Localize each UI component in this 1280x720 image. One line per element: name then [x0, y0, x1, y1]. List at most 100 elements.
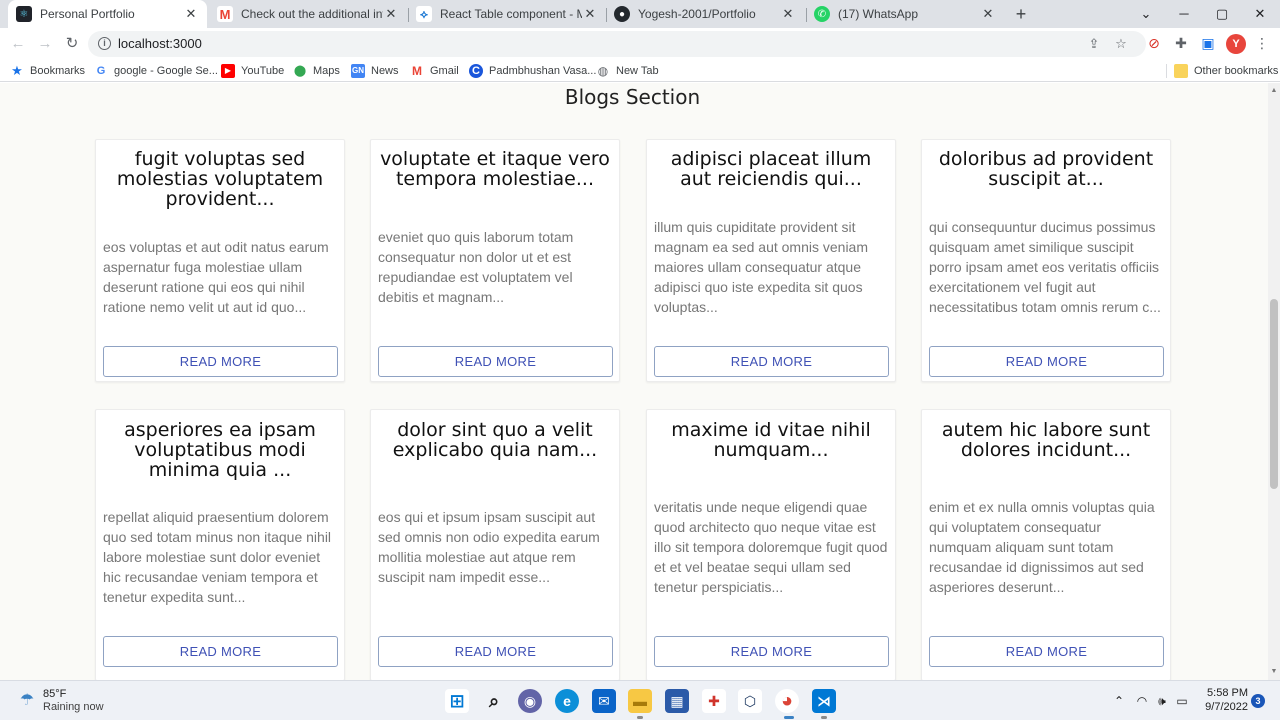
tab-personal-portfolio[interactable]: ⚛ Personal Portfolio ✕: [8, 0, 207, 28]
chrome-icon[interactable]: ◕: [775, 689, 799, 713]
blog-card-body: enim et ex nulla omnis voluptas quia qui…: [929, 499, 1155, 595]
close-icon[interactable]: ✕: [383, 6, 399, 22]
forward-button[interactable]: →: [35, 34, 55, 54]
extension-alert-icon[interactable]: ⊘: [1145, 34, 1163, 52]
weather-description[interactable]: Raining now: [43, 701, 104, 713]
bookmark-youtube[interactable]: ▶ YouTube: [221, 63, 284, 79]
browser-tab-strip: ⚛ Personal Portfolio ✕ M Check out the a…: [0, 0, 1280, 28]
tab-gmail[interactable]: M Check out the additional informa ✕: [209, 0, 407, 28]
read-more-button[interactable]: READ MORE: [103, 636, 338, 667]
bookmark-label: New Tab: [616, 65, 659, 77]
running-indicator: [784, 716, 794, 719]
read-more-button[interactable]: READ MORE: [378, 346, 613, 377]
clock-time[interactable]: 5:58 PM: [1196, 687, 1248, 699]
windows-taskbar: ☂ 85°F Raining now ⊞ ⌕ ◉ e ✉ ▬ ▦ ✚ ⬡ ◕ ⋊…: [0, 680, 1280, 720]
bookmark-label: Maps: [313, 65, 340, 77]
page-content: Blogs Section fugit voluptas sed molesti…: [0, 83, 1268, 680]
puzzle-icon[interactable]: ✚: [1172, 34, 1190, 52]
reload-button[interactable]: ↻: [62, 34, 82, 54]
read-more-button[interactable]: READ MORE: [929, 346, 1164, 377]
scrollbar-thumb[interactable]: [1270, 299, 1278, 489]
battery-icon[interactable]: ▭: [1174, 693, 1190, 709]
github-icon: ●: [614, 6, 630, 22]
bookmark-label: News: [371, 65, 399, 77]
bookmark-label: Other bookmarks: [1194, 65, 1279, 77]
back-button[interactable]: ←: [8, 34, 28, 54]
gift-icon[interactable]: ✚: [702, 689, 726, 713]
minimize-button[interactable]: ─: [1165, 0, 1203, 28]
search-icon[interactable]: ⌕: [482, 689, 506, 713]
scroll-up-arrow[interactable]: ▲: [1270, 87, 1278, 95]
tab-search-button[interactable]: ⌄: [1127, 0, 1165, 28]
close-icon[interactable]: ✕: [980, 6, 996, 22]
vscode-icon[interactable]: ⋊: [812, 689, 836, 713]
bookmark-label: Bookmarks: [30, 65, 86, 77]
tab-github[interactable]: ● Yogesh-2001/Portfolio ✕: [606, 0, 804, 28]
store-icon[interactable]: ▦: [665, 689, 689, 713]
windows-start-icon[interactable]: ⊞: [445, 689, 469, 713]
scroll-down-arrow[interactable]: ▼: [1270, 668, 1278, 676]
bookmark-padmbhushan[interactable]: C Padmbhushan Vasa...: [469, 63, 596, 79]
avatar[interactable]: Y: [1226, 34, 1246, 54]
address-bar[interactable]: i localhost:3000 ⇪ ☆: [88, 31, 1146, 57]
weather-temperature[interactable]: 85°F: [43, 688, 66, 700]
whatsapp-icon: ✆: [814, 6, 830, 22]
wifi-icon[interactable]: ◠: [1134, 693, 1150, 709]
blog-card: voluptate et itaque vero tempora molesti…: [370, 139, 620, 382]
menu-icon[interactable]: ⋮: [1253, 34, 1271, 52]
blog-card: doloribus ad provident suscipit at... qu…: [921, 139, 1171, 382]
close-icon[interactable]: ✕: [780, 6, 796, 22]
close-icon[interactable]: ✕: [582, 6, 598, 22]
bookmark-other[interactable]: ▬ Other bookmarks: [1174, 63, 1278, 79]
tab-title: (17) WhatsApp: [838, 7, 919, 21]
new-tab-button[interactable]: +: [1011, 4, 1031, 24]
read-more-button[interactable]: READ MORE: [103, 346, 338, 377]
bookmark-gmail[interactable]: M Gmail: [410, 63, 459, 79]
read-more-button[interactable]: READ MORE: [929, 636, 1164, 667]
share-icon[interactable]: ⇪: [1086, 36, 1102, 52]
gmail-icon: M: [412, 64, 422, 78]
rain-icon[interactable]: ☂: [16, 690, 38, 712]
bookmarks-bar: ★ Bookmarks G google - Google Se... ▶ Yo…: [0, 60, 1280, 82]
blog-card-body: eos voluptas et aut odit natus earum asp…: [103, 239, 329, 315]
virtualbox-icon[interactable]: ⬡: [738, 689, 762, 713]
bookmark-maps[interactable]: ⬤ Maps: [293, 63, 340, 79]
running-indicator: [821, 716, 827, 719]
blog-card: dolor sint quo a velit explicabo quia na…: [370, 409, 620, 680]
maximize-button[interactable]: ▢: [1203, 0, 1241, 28]
google-icon: G: [96, 65, 106, 77]
read-more-button[interactable]: READ MORE: [654, 346, 889, 377]
globe-icon: ◍: [597, 64, 609, 78]
teams-chat-icon[interactable]: ◉: [518, 689, 542, 713]
bookmark-bookmarks[interactable]: ★ Bookmarks: [10, 63, 85, 79]
file-explorer-icon[interactable]: ▬: [628, 689, 652, 713]
tab-whatsapp[interactable]: ✆ (17) WhatsApp ✕: [806, 0, 1004, 28]
mui-icon: ⟡: [416, 6, 432, 22]
tab-title: Yogesh-2001/Portfolio: [638, 7, 756, 21]
tab-title: Personal Portfolio: [40, 7, 135, 21]
read-more-button[interactable]: READ MORE: [654, 636, 889, 667]
blog-card-title: fugit voluptas sed molestias voluptatem …: [116, 148, 324, 210]
info-icon[interactable]: i: [98, 37, 111, 50]
bookmark-google[interactable]: G google - Google Se...: [94, 63, 218, 79]
notification-badge[interactable]: 3: [1251, 694, 1265, 708]
tab-react-table[interactable]: ⟡ React Table component - Materia ✕: [408, 0, 606, 28]
blog-card: adipisci placeat illum aut reiciendis qu…: [646, 139, 896, 382]
mail-icon[interactable]: ✉: [592, 689, 616, 713]
side-panel-icon[interactable]: ▣: [1199, 34, 1217, 52]
bookmark-news[interactable]: GN News: [351, 63, 399, 79]
bookmark-label: Padmbhushan Vasa...: [489, 65, 597, 77]
chevron-up-icon[interactable]: ⌃: [1111, 693, 1127, 709]
close-icon[interactable]: ✕: [183, 6, 199, 22]
page-scrollbar[interactable]: ▲ ▼: [1268, 83, 1280, 680]
read-more-button[interactable]: READ MORE: [378, 636, 613, 667]
blog-card-title: voluptate et itaque vero tempora molesti…: [380, 148, 610, 190]
close-window-button[interactable]: ✕: [1241, 0, 1279, 28]
edge-icon[interactable]: e: [555, 689, 579, 713]
star-icon[interactable]: ☆: [1113, 36, 1129, 52]
blog-card-body: veritatis unde neque eligendi quae quod …: [654, 499, 888, 595]
bookmark-new-tab[interactable]: ◍ New Tab: [596, 63, 659, 79]
folder-icon: ▬: [1174, 64, 1188, 78]
volume-icon[interactable]: 🕪: [1154, 693, 1170, 709]
clock-date[interactable]: 9/7/2022: [1196, 701, 1248, 713]
